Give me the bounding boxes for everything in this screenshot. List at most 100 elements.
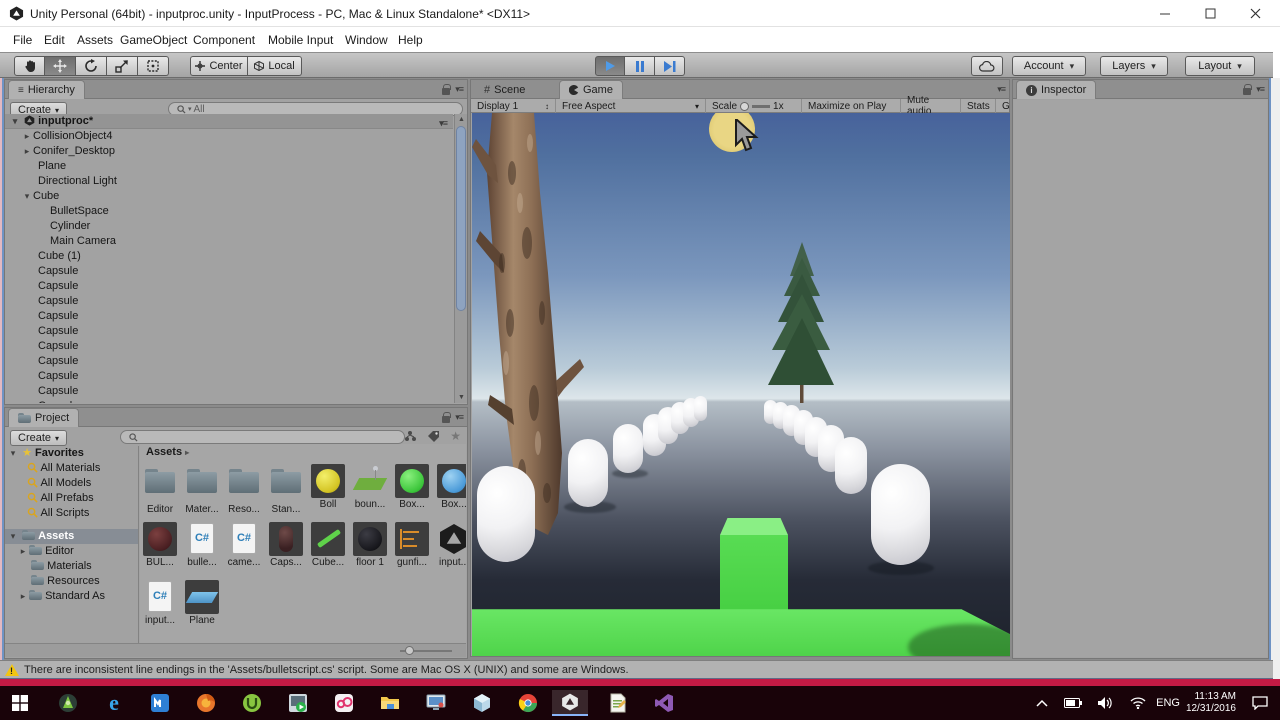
menu-component[interactable]: Component xyxy=(193,33,255,47)
pivot-local-button[interactable]: Local xyxy=(248,56,302,76)
hierarchy-scroll-thumb[interactable] xyxy=(456,126,466,311)
asset-item[interactable]: C# came... xyxy=(224,522,264,568)
panel-menu-icon[interactable]: ▾≡ xyxy=(1256,84,1265,95)
hierarchy-item[interactable]: Capsule xyxy=(5,399,453,403)
taskbar-icon-obs[interactable] xyxy=(326,690,362,716)
tab-hierarchy[interactable]: ≡ Hierarchy xyxy=(8,80,85,99)
display-dropdown[interactable]: Display 1 ↕ xyxy=(471,99,556,113)
maximize-button[interactable] xyxy=(1193,2,1227,24)
asset-item[interactable]: Mater... xyxy=(182,464,222,515)
rotate-tool-button[interactable] xyxy=(76,56,107,76)
hierarchy-item[interactable]: Capsule xyxy=(5,264,453,279)
asset-item[interactable]: Box... xyxy=(392,464,432,510)
scroll-down-icon[interactable]: ▼ xyxy=(458,394,465,401)
hierarchy-item[interactable]: Cylinder xyxy=(5,219,453,234)
play-button[interactable] xyxy=(595,56,625,76)
pause-button[interactable] xyxy=(625,56,655,76)
hierarchy-item[interactable]: Capsule xyxy=(5,279,453,294)
asset-item[interactable]: C# bulle... xyxy=(182,522,222,568)
action-center-icon[interactable] xyxy=(1252,686,1268,720)
tray-language[interactable]: ENG xyxy=(1156,686,1180,720)
favorites-item[interactable]: All Scripts xyxy=(5,506,138,521)
hierarchy-item[interactable]: Capsule xyxy=(5,354,453,369)
taskbar-icon-utorrent[interactable] xyxy=(234,690,270,716)
panel-menu-icon[interactable]: ▾≡ xyxy=(997,84,1006,95)
hierarchy-item[interactable]: ▾ Cube xyxy=(5,189,453,204)
wifi-icon[interactable] xyxy=(1130,686,1146,720)
hierarchy-scrollbar[interactable]: ▲ ▼ xyxy=(454,114,467,403)
asset-item[interactable]: Cube... xyxy=(308,522,348,568)
tab-project[interactable]: Project xyxy=(8,408,80,427)
foldout-open-icon[interactable]: ▾ xyxy=(7,446,19,461)
tree-folder[interactable]: Resources xyxy=(5,574,138,589)
tray-chevron[interactable] xyxy=(1036,686,1048,720)
asset-item[interactable]: Boll xyxy=(308,464,348,510)
foldout-open-icon[interactable]: ▾ xyxy=(21,189,33,204)
start-button[interactable] xyxy=(2,690,38,716)
foldout-closed-icon[interactable]: ▸ xyxy=(21,144,33,159)
asset-item[interactable]: input... xyxy=(434,522,466,568)
panel-menu-icon[interactable]: ▾≡ xyxy=(455,84,464,95)
favorites-root[interactable]: ▾ ★ Favorites xyxy=(5,446,138,461)
panel-menu-icon[interactable]: ▾≡ xyxy=(455,412,464,423)
speaker-icon[interactable] xyxy=(1098,686,1114,720)
lock-icon[interactable] xyxy=(442,411,452,423)
battery-icon[interactable] xyxy=(1064,686,1082,720)
taskbar-icon-firefox[interactable] xyxy=(188,690,224,716)
tree-folder[interactable]: ▸ Editor xyxy=(5,544,138,559)
assets-root-row[interactable]: ▾ Assets xyxy=(5,529,138,544)
foldout-open-icon[interactable]: ▾ xyxy=(9,114,21,129)
scroll-up-icon[interactable]: ▲ xyxy=(458,116,465,123)
asset-item[interactable]: Stan... xyxy=(266,464,306,515)
asset-item[interactable]: boun... xyxy=(350,464,390,510)
hierarchy-item[interactable]: ▸ Conifer_Desktop xyxy=(5,144,453,159)
asset-item[interactable]: Reso... xyxy=(224,464,264,515)
pan-tool-button[interactable] xyxy=(14,56,45,76)
foldout-closed-icon[interactable]: ▸ xyxy=(17,589,29,604)
pivot-center-button[interactable]: Center xyxy=(190,56,248,76)
thumbnail-slider-knob[interactable] xyxy=(405,646,414,655)
hierarchy-item[interactable]: BulletSpace xyxy=(5,204,453,219)
hierarchy-item[interactable]: Capsule xyxy=(5,339,453,354)
maximize-on-play-toggle[interactable]: Maximize on Play xyxy=(801,99,901,113)
hierarchy-item[interactable]: Main Camera xyxy=(5,234,453,249)
asset-item[interactable]: BUL... xyxy=(140,522,180,568)
menu-assets[interactable]: Assets xyxy=(77,33,113,47)
favorites-item[interactable]: All Models xyxy=(5,476,138,491)
tree-folder[interactable]: ▸ Standard As xyxy=(5,589,138,604)
tab-game[interactable]: Game xyxy=(559,80,623,99)
taskbar-icon-edge[interactable]: e xyxy=(96,690,132,716)
layout-dropdown[interactable]: Layout ▾ xyxy=(1185,56,1255,76)
taskbar-icon-3d-builder[interactable] xyxy=(464,690,500,716)
hierarchy-item[interactable]: Capsule xyxy=(5,384,453,399)
menu-window[interactable]: Window xyxy=(345,33,388,47)
asset-item[interactable]: Plane xyxy=(182,580,222,626)
favorites-item[interactable]: All Materials xyxy=(5,461,138,476)
lock-icon[interactable] xyxy=(442,83,452,95)
asset-item[interactable]: gunfi... xyxy=(392,522,432,568)
minimize-button[interactable] xyxy=(1148,2,1182,24)
menu-edit[interactable]: Edit xyxy=(44,33,65,47)
layers-dropdown[interactable]: Layers ▾ xyxy=(1100,56,1168,76)
move-tool-button[interactable] xyxy=(45,56,76,76)
menu-file[interactable]: File xyxy=(13,33,32,47)
taskbar-icon-file-explorer[interactable] xyxy=(372,690,408,716)
taskbar-icon-unity[interactable] xyxy=(552,690,588,716)
taskbar-icon-android-studio[interactable] xyxy=(50,690,86,716)
aspect-dropdown[interactable]: Free Aspect ▾ xyxy=(556,99,706,113)
asset-item[interactable]: Caps... xyxy=(266,522,306,568)
menu-mobile-input[interactable]: Mobile Input xyxy=(268,33,333,47)
account-dropdown[interactable]: Account ▾ xyxy=(1012,56,1086,76)
scale-slider[interactable]: Scale 1x xyxy=(706,99,798,113)
favorites-item[interactable]: All Prefabs xyxy=(5,491,138,506)
status-bar[interactable]: There are inconsistent line endings in t… xyxy=(0,660,1273,679)
scale-tool-button[interactable] xyxy=(107,56,138,76)
hierarchy-item[interactable]: Capsule xyxy=(5,324,453,339)
hierarchy-item[interactable]: Capsule xyxy=(5,309,453,324)
close-button[interactable] xyxy=(1238,2,1272,24)
menu-gameobject[interactable]: GameObject xyxy=(120,33,187,47)
project-search-input[interactable] xyxy=(120,430,405,444)
hierarchy-item[interactable]: Cube (1) xyxy=(5,249,453,264)
taskbar-icon-maxthon[interactable] xyxy=(142,690,178,716)
tab-inspector[interactable]: i Inspector xyxy=(1016,80,1097,99)
